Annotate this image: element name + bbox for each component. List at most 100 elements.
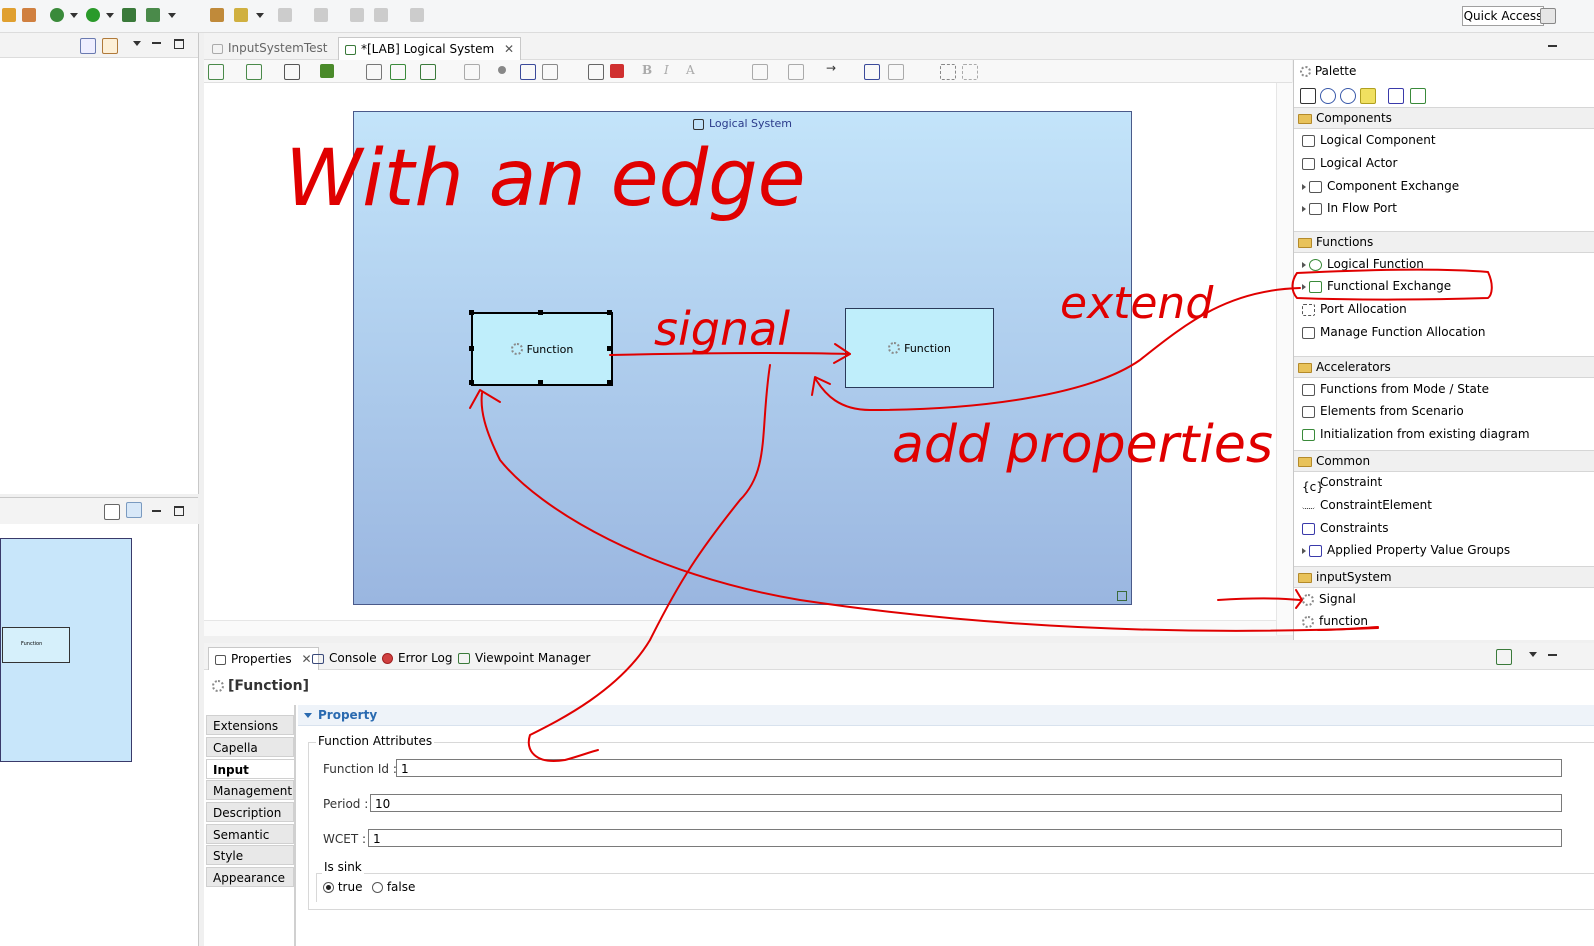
minimize-icon[interactable] bbox=[152, 510, 161, 512]
vertical-scrollbar[interactable] bbox=[1276, 83, 1293, 635]
selection-handle[interactable] bbox=[607, 380, 612, 385]
palette-item-constraints[interactable]: Constraints bbox=[1302, 518, 1388, 538]
expand-icon[interactable] bbox=[1302, 547, 1306, 554]
external-tools-icon[interactable] bbox=[146, 8, 160, 22]
link-editor-icon[interactable] bbox=[102, 38, 118, 54]
tab-error-log[interactable]: Error Log bbox=[382, 647, 453, 669]
overview-icon[interactable] bbox=[126, 502, 142, 518]
expand-icon[interactable] bbox=[1302, 205, 1306, 212]
is-sink-false-radio[interactable]: false bbox=[372, 880, 415, 894]
palette-item-constraint-element[interactable]: ConstraintElement bbox=[1302, 495, 1432, 515]
close-icon[interactable]: ✕ bbox=[504, 42, 514, 56]
palette-item-function[interactable]: function bbox=[1302, 611, 1368, 631]
zoom-fit-icon[interactable] bbox=[864, 64, 880, 80]
palette-item-logical-component[interactable]: Logical Component bbox=[1302, 130, 1436, 150]
palette-section-accelerators[interactable]: Accelerators bbox=[1294, 356, 1594, 378]
horizontal-scrollbar[interactable] bbox=[204, 620, 1276, 636]
layers-icon[interactable] bbox=[284, 64, 300, 80]
arrange-icon[interactable] bbox=[246, 64, 262, 80]
function-id-field[interactable]: 1 bbox=[396, 759, 1562, 777]
palette-item-logical-actor[interactable]: Logical Actor bbox=[1302, 153, 1397, 173]
hide-label-icon[interactable] bbox=[542, 64, 558, 80]
prev-annotation-icon[interactable] bbox=[314, 8, 328, 22]
last-edit-icon[interactable] bbox=[350, 8, 364, 22]
palette-item-applied-property-value-groups[interactable]: Applied Property Value Groups bbox=[1302, 540, 1510, 560]
capella-icon[interactable] bbox=[210, 8, 224, 22]
connector-icon[interactable] bbox=[1388, 88, 1404, 104]
delete-from-model-icon[interactable] bbox=[610, 64, 624, 78]
minimize-icon[interactable] bbox=[152, 42, 161, 44]
palette-item-functions-from-mode-state[interactable]: Functions from Mode / State bbox=[1302, 379, 1489, 399]
coverage-icon[interactable] bbox=[122, 8, 136, 22]
palette-item-elements-from-scenario[interactable]: Elements from Scenario bbox=[1302, 401, 1464, 421]
selection-handle[interactable] bbox=[538, 380, 543, 385]
side-tab-semantic[interactable]: Semantic bbox=[206, 824, 294, 844]
palette-item-initialization-from-existing-diagram[interactable]: Initialization from existing diagram bbox=[1302, 424, 1530, 444]
layout-icon[interactable] bbox=[420, 64, 436, 80]
period-field[interactable]: 10 bbox=[370, 794, 1562, 812]
grid-icon[interactable] bbox=[962, 64, 978, 80]
palette-item-constraint[interactable]: {c}Constraint bbox=[1302, 472, 1382, 494]
minimize-icon[interactable] bbox=[1548, 45, 1557, 47]
hide-icon[interactable] bbox=[520, 64, 536, 80]
selection-handle[interactable] bbox=[469, 380, 474, 385]
zoom-out-icon[interactable] bbox=[1340, 88, 1356, 104]
delete-icon[interactable] bbox=[588, 64, 604, 80]
fill-color-icon[interactable] bbox=[752, 64, 768, 80]
logical-system-container[interactable]: Logical System bbox=[353, 111, 1132, 605]
maximize-icon[interactable] bbox=[174, 506, 184, 516]
tab-console[interactable]: Console bbox=[312, 647, 377, 669]
tree-icon[interactable] bbox=[104, 504, 120, 520]
view-menu-icon[interactable] bbox=[1529, 652, 1537, 657]
selection-handle[interactable] bbox=[607, 346, 612, 351]
selection-handle[interactable] bbox=[607, 310, 612, 315]
expand-icon[interactable] bbox=[1302, 261, 1306, 268]
side-tab-extensions[interactable]: Extensions bbox=[206, 715, 294, 735]
side-tab-style[interactable]: Style bbox=[206, 845, 294, 865]
palette-item-manage-function-allocation[interactable]: Manage Function Allocation bbox=[1302, 322, 1486, 342]
new-view-icon[interactable] bbox=[1496, 649, 1512, 665]
is-sink-true-radio[interactable]: true bbox=[323, 880, 362, 894]
select-all-icon[interactable] bbox=[208, 64, 224, 80]
side-tab-description[interactable]: Description bbox=[206, 802, 294, 822]
side-tab-capella[interactable]: Capella bbox=[206, 737, 294, 757]
magic-wand-icon[interactable] bbox=[234, 8, 248, 22]
debug-icon[interactable] bbox=[2, 8, 16, 22]
close-icon[interactable]: ✕ bbox=[301, 652, 311, 666]
expand-icon[interactable] bbox=[1302, 183, 1306, 190]
bug-icon[interactable] bbox=[50, 8, 64, 22]
add-element-icon[interactable] bbox=[1410, 88, 1426, 104]
selection-handle[interactable] bbox=[469, 310, 474, 315]
export-icon[interactable] bbox=[390, 64, 406, 80]
quick-access-field[interactable]: Quick Access bbox=[1462, 6, 1544, 26]
palette-item-in-flow-port[interactable]: In Flow Port bbox=[1302, 198, 1397, 218]
collapse-triangle-icon[interactable] bbox=[304, 713, 312, 718]
function-box-selected[interactable]: Function bbox=[471, 312, 613, 386]
refresh-icon[interactable] bbox=[366, 64, 382, 80]
forward-icon[interactable] bbox=[410, 8, 424, 22]
note-icon[interactable] bbox=[1360, 88, 1376, 104]
line-color-icon[interactable] bbox=[788, 64, 804, 80]
back-icon[interactable] bbox=[374, 8, 388, 22]
side-tab-appearance[interactable]: Appearance bbox=[206, 867, 294, 887]
maximize-icon[interactable] bbox=[174, 39, 184, 49]
side-tab-input-system[interactable]: Input System bbox=[206, 759, 294, 797]
italic-icon[interactable]: I bbox=[664, 63, 669, 77]
function-box[interactable]: Function bbox=[845, 308, 994, 388]
open-perspective-icon[interactable] bbox=[1540, 8, 1556, 24]
copy-format-icon[interactable] bbox=[464, 64, 480, 80]
palette-section-inputsystem[interactable]: inputSystem bbox=[1294, 566, 1594, 588]
bold-icon[interactable]: B bbox=[642, 63, 652, 77]
chevron-down-icon[interactable] bbox=[106, 13, 114, 18]
minimize-icon[interactable] bbox=[1548, 654, 1557, 656]
filter-icon[interactable] bbox=[320, 64, 334, 78]
view-menu-icon[interactable] bbox=[133, 41, 141, 46]
wcet-field[interactable]: 1 bbox=[368, 829, 1562, 847]
line-style-icon[interactable]: → bbox=[826, 61, 836, 75]
tab-logical-system[interactable]: *[LAB] Logical System ✕ bbox=[338, 37, 522, 60]
palette-section-functions[interactable]: Functions bbox=[1294, 231, 1594, 253]
selection-handle[interactable] bbox=[469, 346, 474, 351]
palette-item-component-exchange[interactable]: Component Exchange bbox=[1302, 176, 1459, 196]
build-icon[interactable] bbox=[22, 8, 36, 22]
tab-properties[interactable]: Properties ✕ bbox=[208, 647, 319, 670]
